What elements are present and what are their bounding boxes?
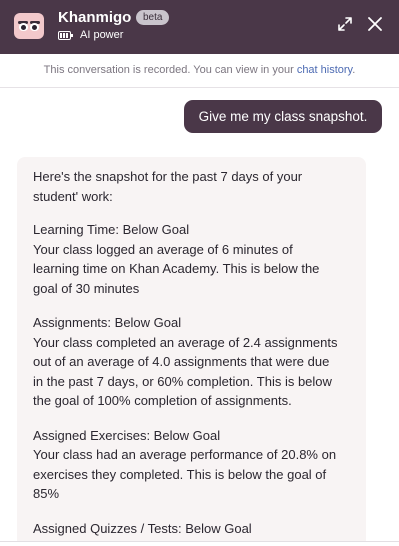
bottom-divider bbox=[0, 541, 399, 546]
section-line: 85% bbox=[33, 486, 60, 501]
close-icon[interactable] bbox=[366, 15, 384, 33]
chat-window: Khanmigo beta AI power This conversation… bbox=[0, 0, 399, 546]
user-message: Give me my class snapshot. bbox=[184, 100, 382, 133]
beta-badge: beta bbox=[136, 10, 170, 25]
khanmigo-avatar-icon bbox=[14, 13, 44, 39]
intro-line: student' work: bbox=[33, 188, 113, 204]
section-line: exercises they completed. This is below … bbox=[33, 466, 327, 482]
section-learning-time: Learning Time: Below Goal Your class log… bbox=[33, 220, 350, 298]
section-line: the goal of 100% completion of assignmen… bbox=[33, 393, 292, 408]
intro-line: Here's the snapshot for the past 7 days … bbox=[33, 169, 303, 184]
notice-text: This conversation is recorded. You can v… bbox=[43, 64, 297, 76]
battery-bar bbox=[60, 33, 62, 38]
section-assigned-exercises: Assigned Exercises: Below Goal Your clas… bbox=[33, 426, 350, 504]
section-assignments: Assignments: Below Goal Your class compl… bbox=[33, 313, 350, 411]
battery-bar bbox=[66, 33, 68, 38]
battery-bar bbox=[63, 33, 65, 38]
section-line: Your class completed an average of 2.4 a… bbox=[33, 334, 338, 350]
ai-power-label: AI power bbox=[80, 29, 124, 41]
section-line: in the past 7 days, or 60% completion. T… bbox=[33, 373, 332, 389]
section-assigned-quizzes: Assigned Quizzes / Tests: Below Goal bbox=[33, 519, 350, 539]
chat-header: Khanmigo beta AI power bbox=[0, 0, 399, 54]
section-line: learning time on Khan Academy. This is b… bbox=[33, 261, 320, 276]
app-title: Khanmigo bbox=[58, 9, 132, 26]
section-line: Your class logged an average of 6 minute… bbox=[33, 241, 293, 257]
section-heading: Assigned Quizzes / Tests: Below Goal bbox=[33, 520, 252, 536]
avatar-eye-left bbox=[19, 23, 28, 31]
section-heading: Learning Time: Below Goal bbox=[33, 222, 190, 237]
assistant-intro: Here's the snapshot for the past 7 days … bbox=[33, 167, 350, 206]
avatar-eye-right bbox=[30, 23, 39, 31]
expand-icon[interactable] bbox=[336, 15, 354, 33]
battery-icon bbox=[58, 31, 73, 40]
section-heading: Assigned Exercises: Below Goal bbox=[33, 427, 221, 443]
section-heading: Assignments: Below Goal bbox=[33, 315, 182, 330]
assistant-message: Here's the snapshot for the past 7 days … bbox=[17, 157, 366, 546]
section-line: goal of 30 minutes bbox=[33, 280, 140, 296]
section-line: Your class had an average performance of… bbox=[33, 447, 337, 462]
recording-notice: This conversation is recorded. You can v… bbox=[0, 54, 399, 88]
notice-suffix: . bbox=[352, 64, 356, 76]
chat-history-link[interactable]: chat history bbox=[297, 64, 352, 76]
section-line: out of an average of 4.0 assignments tha… bbox=[33, 354, 330, 369]
